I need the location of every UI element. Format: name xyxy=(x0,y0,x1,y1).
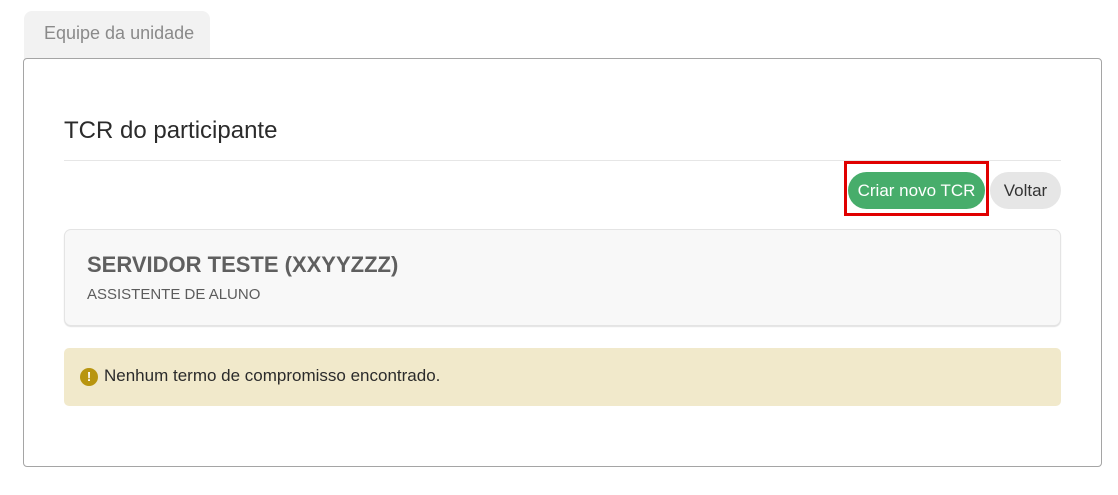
tab-label: Equipe da unidade xyxy=(44,23,195,43)
tcr-panel: TCR do participante Criar novo TCR Volta… xyxy=(23,58,1102,467)
participant-role: ASSISTENTE DE ALUNO xyxy=(87,286,261,303)
participant-name: SERVIDOR TESTE (XXYYZZZ) xyxy=(87,252,399,277)
exclamation-circle-icon: ! xyxy=(80,368,98,386)
no-records-alert: ! Nenhum termo de compromisso encontrado… xyxy=(64,348,1061,406)
page-title: TCR do participante xyxy=(64,117,278,144)
create-tcr-highlight-box xyxy=(844,161,989,216)
tab-equipe-da-unidade[interactable]: Equipe da unidade xyxy=(24,11,210,59)
participant-card: SERVIDOR TESTE (XXYYZZZ) ASSISTENTE DE A… xyxy=(64,229,1061,326)
back-button[interactable]: Voltar xyxy=(990,172,1061,209)
alert-message: Nenhum termo de compromisso encontrado. xyxy=(104,366,441,385)
